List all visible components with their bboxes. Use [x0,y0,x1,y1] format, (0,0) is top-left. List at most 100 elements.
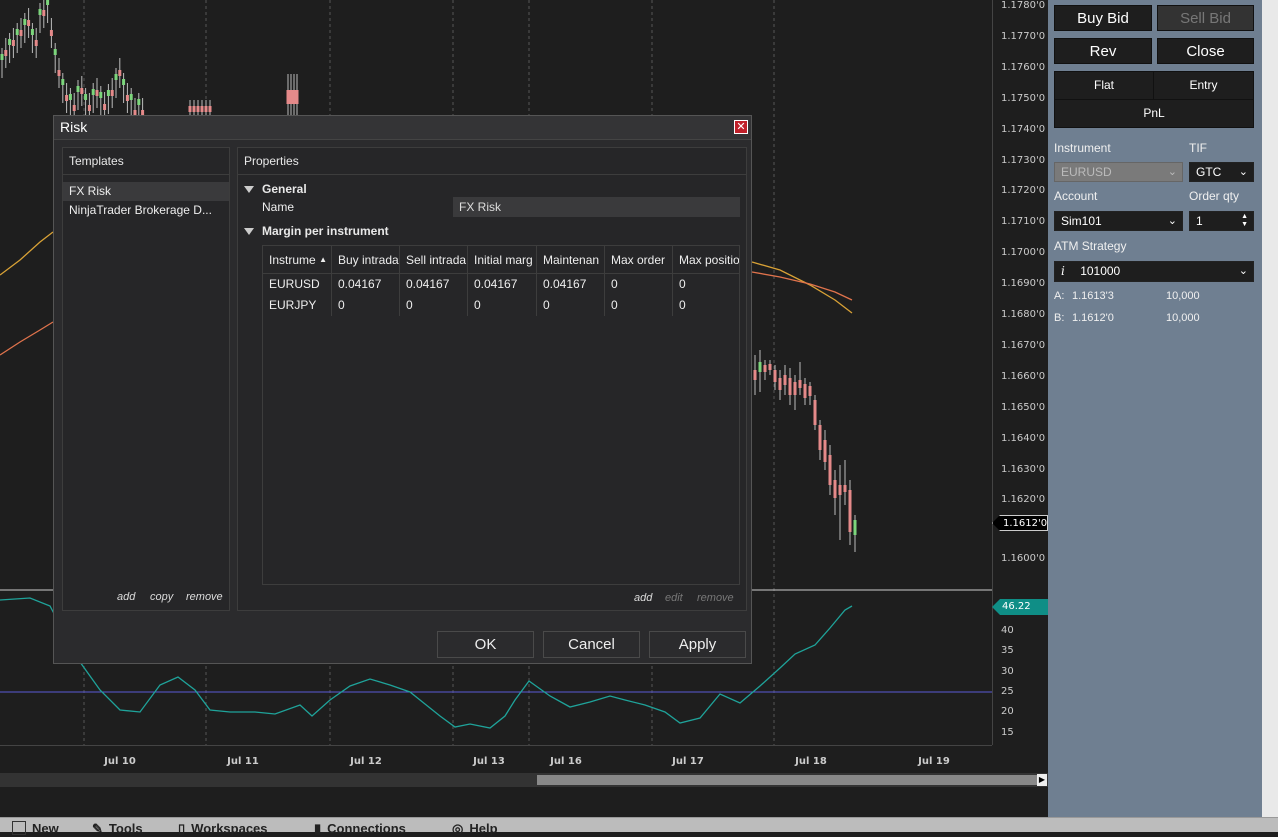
price-axis-label: 1.1760'0 [1001,61,1046,73]
indicator-axis-label: 15 [1001,726,1014,738]
price-axis-label: 1.1780'0 [1001,0,1046,11]
copy-template-link[interactable]: copy [150,591,173,603]
bid-label: B: [1054,312,1065,324]
atm-strategy-select[interactable]: i 101000 ⌄ [1054,261,1254,282]
column-header-max-position[interactable]: Max positio [673,246,739,274]
position-flat-label: Flat [1054,71,1154,100]
chart-scrollbar[interactable]: ▶ [0,773,1048,787]
table-cell[interactable]: 0 [673,295,739,316]
price-axis-label: 1.1710'0 [1001,216,1046,228]
spinner-arrows-icon[interactable]: ▲ ▼ [1241,213,1248,229]
account-select[interactable]: Sim101 ⌄ [1054,211,1183,231]
sell-bid-button[interactable]: Sell Bid [1157,5,1254,31]
general-section[interactable]: General [244,182,307,196]
menu-new[interactable]: New [12,821,59,836]
candlestick [30,29,34,35]
order-qty-stepper[interactable]: 1 ▲ ▼ [1189,211,1254,231]
time-axis[interactable]: Jul 10 Jul 11 Jul 12 Jul 13 Jul 16 Jul 1… [0,745,992,774]
candlestick [0,54,4,60]
candlestick [8,39,12,45]
price-axis-label: 1.1670'0 [1001,339,1046,351]
account-value: Sim101 [1061,214,1102,228]
atm-strategy-label: ATM Strategy [1054,239,1127,253]
remove-template-link[interactable]: remove [186,591,223,603]
table-cell[interactable]: 0 [673,274,739,295]
time-label: Jul 19 [918,756,950,767]
apply-button[interactable]: Apply [649,631,746,658]
table-cell[interactable]: 0 [537,295,605,316]
candlestick [818,425,822,450]
table-row[interactable]: EURJPY 0 0 0 0 0 0 [263,295,739,316]
scrollbar-thumb[interactable] [537,775,1037,785]
table-row[interactable]: EURUSD 0.04167 0.04167 0.04167 0.04167 0… [263,274,739,295]
column-header-buy-intraday[interactable]: Buy intrada [332,246,400,274]
name-input[interactable]: FX Risk [453,197,740,217]
templates-panel: Templates FX Risk NinjaTrader Brokerage … [62,147,230,611]
price-axis-label: 1.1700'0 [1001,247,1046,259]
info-icon[interactable]: i [1061,264,1065,278]
menu-workspaces[interactable]: ▯ Workspaces [178,821,268,837]
candlestick [34,40,38,46]
table-cell[interactable]: 0 [605,274,673,295]
order-qty-value: 1 [1196,214,1203,228]
indicator-axis-label: 20 [1001,706,1014,718]
candlestick [49,30,53,36]
template-item[interactable]: FX Risk [63,182,229,201]
dialog-title-bar[interactable]: Risk ✕ [54,116,751,140]
instrument-select[interactable]: EURUSD ⌄ [1054,162,1183,182]
tif-select[interactable]: GTC ⌄ [1189,162,1254,182]
candlestick [833,480,837,498]
add-instrument-link[interactable]: add [634,592,652,604]
indicator-axis-label: 25 [1001,685,1014,697]
candlestick [68,94,72,100]
indicator-value: 46.22 [1002,601,1031,612]
column-header-initial-margin[interactable]: Initial marg [468,246,537,274]
table-cell[interactable]: 0 [605,295,673,316]
table-cell[interactable]: 0 [332,295,400,316]
candlestick [188,106,192,112]
column-header-max-order[interactable]: Max order [605,246,673,274]
indicator-axis-label: 40 [1001,625,1014,636]
reverse-button[interactable]: Rev [1054,38,1152,64]
cancel-button[interactable]: Cancel [543,631,640,658]
ok-button[interactable]: OK [437,631,534,658]
menu-connections[interactable]: ▮ Connections [314,821,406,837]
edit-instrument-link[interactable]: edit [665,592,683,604]
price-axis-label: 1.1740'0 [1001,123,1046,135]
table-cell[interactable]: 0 [468,295,537,316]
menu-help[interactable]: ◎ Help [452,821,498,837]
column-header-maintenance[interactable]: Maintenan [537,246,605,274]
add-template-link[interactable]: add [117,591,135,603]
remove-instrument-link[interactable]: remove [697,592,734,604]
template-item[interactable]: NinjaTrader Brokerage D... [63,201,229,220]
table-cell[interactable]: 0.04167 [400,274,468,295]
margin-section[interactable]: Margin per instrument [244,224,389,238]
margin-grid[interactable]: Instrume ▲ Buy intrada Sell intrada Initi… [262,245,740,585]
table-cell[interactable]: 0 [400,295,468,316]
table-cell[interactable]: EURJPY [263,295,332,316]
scroll-right-arrow-icon[interactable]: ▶ [1037,774,1047,786]
table-cell[interactable]: EURUSD [263,274,332,295]
pnl-display[interactable]: PnL [1054,99,1254,128]
buy-bid-button[interactable]: Buy Bid [1054,5,1152,31]
price-axis[interactable]: 1.1780'0 1.1770'0 1.1760'0 1.1750'0 1.1740'0… [992,0,1049,745]
table-cell[interactable]: 0.04167 [468,274,537,295]
table-cell[interactable]: 0.04167 [332,274,400,295]
candlestick [87,105,91,111]
close-icon[interactable]: ✕ [734,120,748,134]
ask-label: A: [1054,290,1065,302]
candlestick [19,30,23,36]
candlestick [42,10,46,16]
column-header-instrument[interactable]: Instrume ▲ [263,246,332,274]
candlestick [813,400,817,425]
candlestick [292,90,296,104]
time-label: Jul 11 [227,756,259,767]
moving-average-slow [0,321,54,356]
collapse-triangle-icon[interactable] [244,186,254,194]
close-position-button[interactable]: Close [1157,38,1254,64]
candlestick [808,386,812,396]
menu-tools[interactable]: ✎ Tools [92,821,143,837]
table-cell[interactable]: 0.04167 [537,274,605,295]
collapse-triangle-icon[interactable] [244,228,254,236]
column-header-sell-intraday[interactable]: Sell intrada [400,246,468,274]
